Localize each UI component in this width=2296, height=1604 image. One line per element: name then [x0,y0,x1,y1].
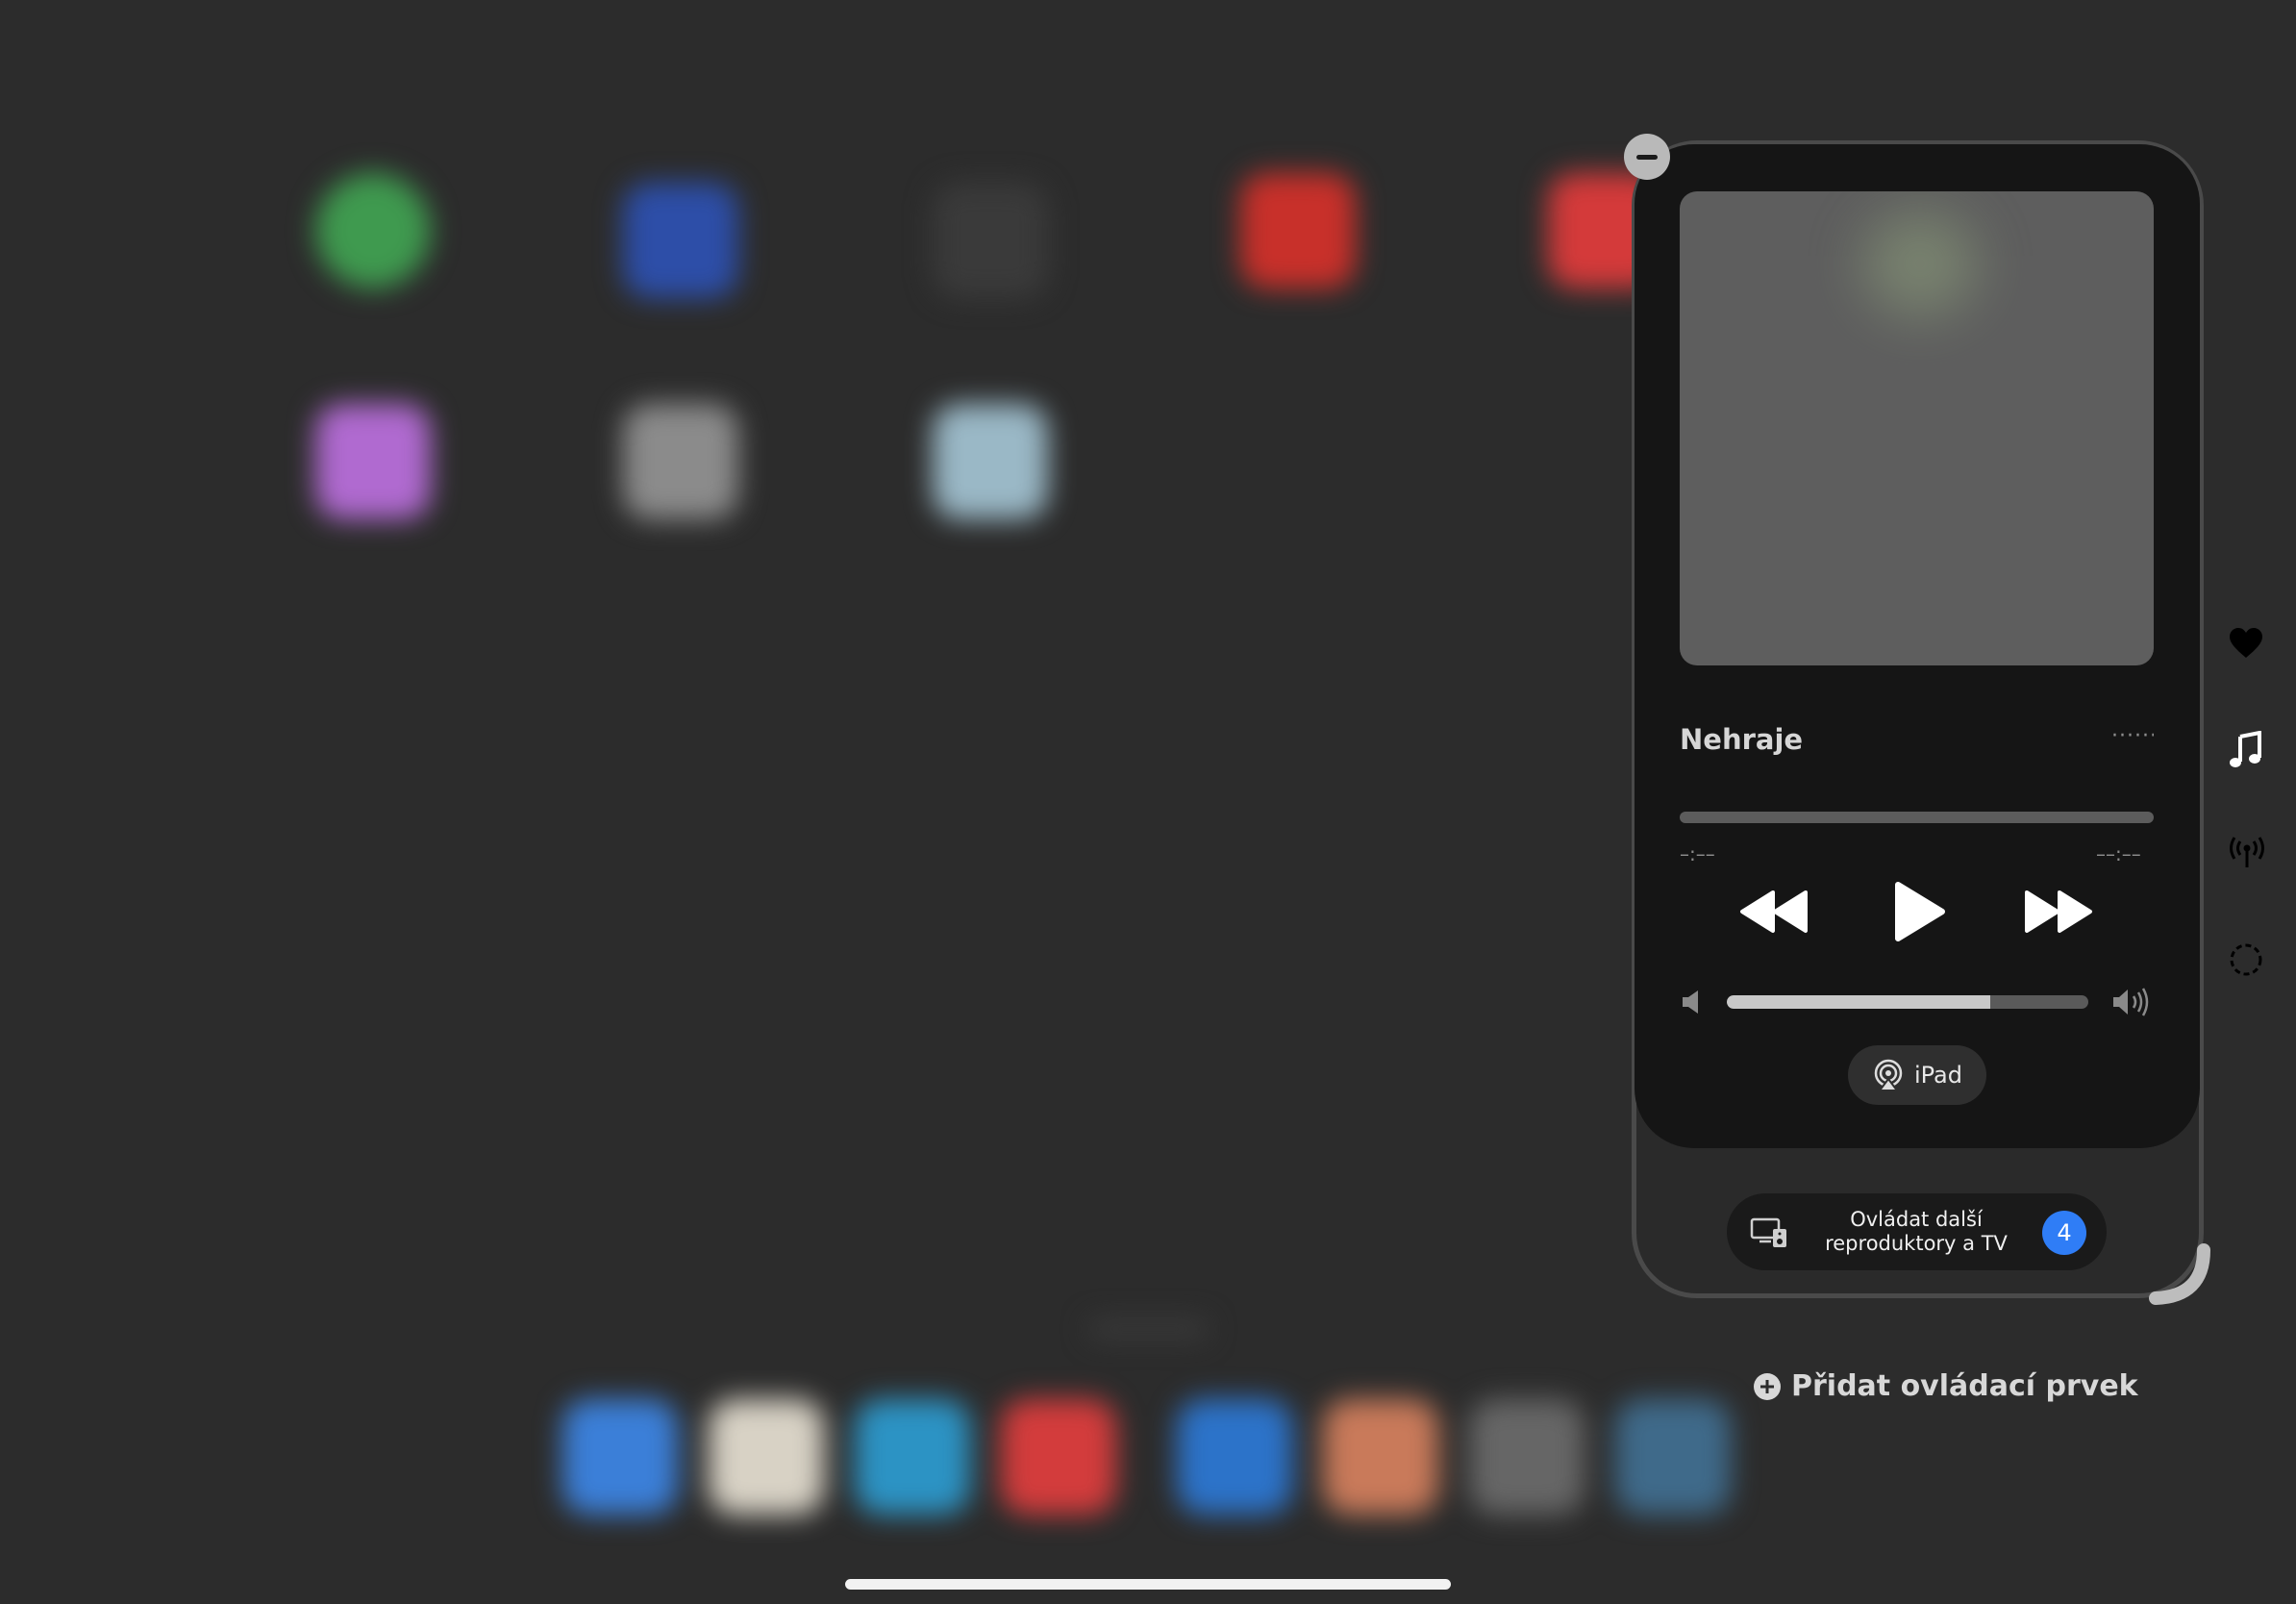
rewind-icon[interactable] [1738,889,1809,935]
add-control-button[interactable]: Přidat ovládací prvek [1753,1369,2138,1403]
fast-forward-icon[interactable] [2023,889,2094,935]
remaining-time: ––:–– [2096,842,2141,865]
album-artwork [1680,191,2154,665]
minus-icon [1636,154,1658,160]
heart-icon[interactable] [2229,627,2263,660]
app-icon-blue [623,183,738,298]
dashed-circle-icon[interactable] [2229,942,2263,977]
music-note-icon[interactable] [2229,731,2263,769]
more-options-icon[interactable]: ······ [2111,727,2154,746]
broadcast-icon[interactable] [2229,837,2265,869]
volume-slider[interactable] [1727,995,2088,1009]
elapsed-time: –:–– [1680,842,1715,865]
dock-app-8 [1615,1399,1731,1515]
playback-progress-bar[interactable] [1680,812,2154,823]
remove-widget-button[interactable] [1624,134,1670,180]
now-playing-title: Nehraje [1680,723,1804,756]
dock-app-1 [562,1399,678,1515]
tv-speaker-icon [1750,1217,1786,1247]
dock-app-3 [855,1399,970,1515]
home-indicator[interactable] [845,1579,1451,1590]
volume-low-icon [1683,990,1698,1014]
dock-app-4 [1001,1399,1116,1515]
play-icon[interactable] [1890,879,1948,944]
app-icon-tv [933,183,1048,298]
control-speakers-line1: Ovládat další [1850,1208,1983,1231]
app-icon-purple [315,404,431,519]
page-dots [1088,1319,1209,1339]
app-icon-red [1240,173,1356,288]
app-icon-green [315,173,431,288]
plus-circle-icon [1754,1372,1781,1400]
app-icon-multicolor [933,404,1048,519]
airplay-button[interactable]: iPad [1848,1045,1986,1105]
volume-high-icon [2113,988,2149,1016]
control-speakers-label: Ovládat další reproduktory a TV [1806,1208,2027,1256]
airplay-device-label: iPad [1913,1062,1962,1089]
airplay-icon [1874,1059,1903,1091]
dock-app-2 [709,1399,824,1515]
dock-app-6 [1323,1399,1438,1515]
control-speakers-line2: reproduktory a TV [1825,1232,2008,1255]
dock-app-5 [1177,1399,1292,1515]
device-count-badge: 4 [2042,1211,2086,1255]
add-control-label: Přidat ovládací prvek [1791,1369,2138,1403]
app-icon-gray [623,404,738,519]
resize-handle-icon[interactable] [2148,1242,2215,1310]
dock-app-7 [1469,1399,1585,1515]
